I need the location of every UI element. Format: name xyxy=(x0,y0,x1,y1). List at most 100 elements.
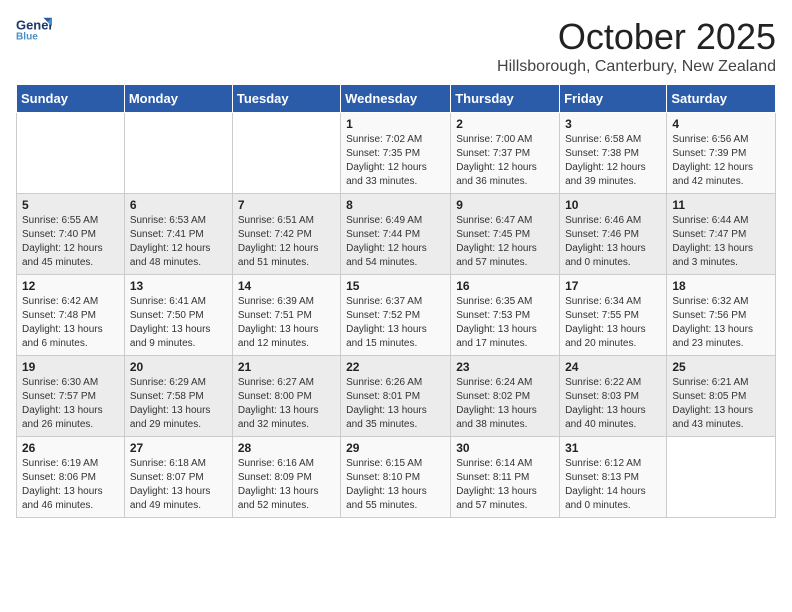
day-cell: 4 Sunrise: 6:56 AMSunset: 7:39 PMDaylight… xyxy=(667,113,776,194)
day-info: Sunrise: 6:29 AMSunset: 7:58 PMDaylight:… xyxy=(130,377,211,430)
day-cell: 9 Sunrise: 6:47 AMSunset: 7:45 PMDaylight… xyxy=(451,194,560,275)
day-number: 9 xyxy=(456,198,554,212)
day-number: 10 xyxy=(565,198,661,212)
day-cell: 5 Sunrise: 6:55 AMSunset: 7:40 PMDaylight… xyxy=(17,194,125,275)
day-number: 15 xyxy=(346,279,445,293)
day-info: Sunrise: 6:53 AMSunset: 7:41 PMDaylight:… xyxy=(130,215,211,268)
day-cell: 23 Sunrise: 6:24 AMSunset: 8:02 PMDayligh… xyxy=(451,356,560,437)
day-cell: 10 Sunrise: 6:46 AMSunset: 7:46 PMDayligh… xyxy=(560,194,667,275)
day-cell: 28 Sunrise: 6:16 AMSunset: 8:09 PMDayligh… xyxy=(232,437,340,518)
day-number: 6 xyxy=(130,198,227,212)
day-cell: 2 Sunrise: 7:00 AMSunset: 7:37 PMDaylight… xyxy=(451,113,560,194)
day-cell xyxy=(232,113,340,194)
calendar-subtitle: Hillsborough, Canterbury, New Zealand xyxy=(497,58,776,76)
day-cell: 19Sunrise: 6:30 AMSunset: 7:57 PMDayligh… xyxy=(17,356,125,437)
day-number: 16 xyxy=(456,279,554,293)
day-cell: 26 Sunrise: 6:19 AMSunset: 8:06 PMDayligh… xyxy=(17,437,125,518)
day-info: Sunrise: 6:14 AMSunset: 8:11 PMDaylight:… xyxy=(456,458,537,511)
day-number: 20 xyxy=(130,360,227,374)
day-info: Sunrise: 6:21 AMSunset: 8:05 PMDaylight:… xyxy=(672,377,753,430)
day-number: 23 xyxy=(456,360,554,374)
day-cell: 20 Sunrise: 6:29 AMSunset: 7:58 PMDayligh… xyxy=(124,356,232,437)
day-number: 2 xyxy=(456,117,554,131)
day-number: 26 xyxy=(22,441,119,455)
day-number: 7 xyxy=(238,198,335,212)
calendar-title: October 2025 xyxy=(497,16,776,58)
day-info: Sunrise: 6:42 AMSunset: 7:48 PMDaylight:… xyxy=(22,296,103,349)
week-row-4: 19Sunrise: 6:30 AMSunset: 7:57 PMDayligh… xyxy=(17,356,776,437)
day-cell: 13Sunrise: 6:41 AMSunset: 7:50 PMDayligh… xyxy=(124,275,232,356)
col-monday: Monday xyxy=(124,85,232,113)
day-info: Sunrise: 6:26 AMSunset: 8:01 PMDaylight:… xyxy=(346,377,427,430)
day-info: Sunrise: 6:16 AMSunset: 8:09 PMDaylight:… xyxy=(238,458,319,511)
day-info: Sunrise: 6:58 AMSunset: 7:38 PMDaylight:… xyxy=(565,134,646,187)
header-row: Sunday Monday Tuesday Wednesday Thursday… xyxy=(17,85,776,113)
day-info: Sunrise: 6:35 AMSunset: 7:53 PMDaylight:… xyxy=(456,296,537,349)
week-row-5: 26 Sunrise: 6:19 AMSunset: 8:06 PMDayligh… xyxy=(17,437,776,518)
day-number: 25 xyxy=(672,360,770,374)
col-friday: Friday xyxy=(560,85,667,113)
day-number: 27 xyxy=(130,441,227,455)
day-info: Sunrise: 6:51 AMSunset: 7:42 PMDaylight:… xyxy=(238,215,319,268)
day-info: Sunrise: 6:55 AMSunset: 7:40 PMDaylight:… xyxy=(22,215,103,268)
day-info: Sunrise: 6:19 AMSunset: 8:06 PMDaylight:… xyxy=(22,458,103,511)
svg-text:Blue: Blue xyxy=(16,31,38,42)
day-cell: 18 Sunrise: 6:32 AMSunset: 7:56 PMDayligh… xyxy=(667,275,776,356)
day-cell xyxy=(124,113,232,194)
day-cell: 21Sunrise: 6:27 AMSunset: 8:00 PMDayligh… xyxy=(232,356,340,437)
col-saturday: Saturday xyxy=(667,85,776,113)
day-info: Sunrise: 7:00 AMSunset: 7:37 PMDaylight:… xyxy=(456,134,537,187)
day-cell: 16 Sunrise: 6:35 AMSunset: 7:53 PMDayligh… xyxy=(451,275,560,356)
day-info: Sunrise: 6:56 AMSunset: 7:39 PMDaylight:… xyxy=(672,134,753,187)
day-number: 5 xyxy=(22,198,119,212)
day-info: Sunrise: 6:46 AMSunset: 7:46 PMDaylight:… xyxy=(565,215,646,268)
day-cell: 30 Sunrise: 6:14 AMSunset: 8:11 PMDayligh… xyxy=(451,437,560,518)
day-cell xyxy=(17,113,125,194)
day-cell: 7 Sunrise: 6:51 AMSunset: 7:42 PMDaylight… xyxy=(232,194,340,275)
day-number: 30 xyxy=(456,441,554,455)
day-number: 24 xyxy=(565,360,661,374)
day-cell: 17Sunrise: 6:34 AMSunset: 7:55 PMDayligh… xyxy=(560,275,667,356)
day-number: 22 xyxy=(346,360,445,374)
day-info: Sunrise: 6:44 AMSunset: 7:47 PMDaylight:… xyxy=(672,215,753,268)
day-cell: 15 Sunrise: 6:37 AMSunset: 7:52 PMDayligh… xyxy=(341,275,451,356)
day-info: Sunrise: 6:24 AMSunset: 8:02 PMDaylight:… xyxy=(456,377,537,430)
day-info: Sunrise: 6:18 AMSunset: 8:07 PMDaylight:… xyxy=(130,458,211,511)
day-info: Sunrise: 6:37 AMSunset: 7:52 PMDaylight:… xyxy=(346,296,427,349)
day-number: 13 xyxy=(130,279,227,293)
day-cell: 12 Sunrise: 6:42 AMSunset: 7:48 PMDayligh… xyxy=(17,275,125,356)
day-cell: 8Sunrise: 6:49 AMSunset: 7:44 PMDaylight… xyxy=(341,194,451,275)
week-row-2: 5 Sunrise: 6:55 AMSunset: 7:40 PMDaylight… xyxy=(17,194,776,275)
col-thursday: Thursday xyxy=(451,85,560,113)
day-number: 21 xyxy=(238,360,335,374)
logo: General Blue xyxy=(16,16,52,44)
day-cell xyxy=(667,437,776,518)
day-number: 17 xyxy=(565,279,661,293)
day-info: Sunrise: 6:22 AMSunset: 8:03 PMDaylight:… xyxy=(565,377,646,430)
day-number: 3 xyxy=(565,117,661,131)
day-number: 4 xyxy=(672,117,770,131)
day-cell: 6 Sunrise: 6:53 AMSunset: 7:41 PMDaylight… xyxy=(124,194,232,275)
day-info: Sunrise: 6:32 AMSunset: 7:56 PMDaylight:… xyxy=(672,296,753,349)
day-info: Sunrise: 6:47 AMSunset: 7:45 PMDaylight:… xyxy=(456,215,537,268)
day-number: 11 xyxy=(672,198,770,212)
day-cell: 25 Sunrise: 6:21 AMSunset: 8:05 PMDayligh… xyxy=(667,356,776,437)
col-wednesday: Wednesday xyxy=(341,85,451,113)
day-number: 18 xyxy=(672,279,770,293)
day-info: Sunrise: 7:02 AMSunset: 7:35 PMDaylight:… xyxy=(346,134,427,187)
day-number: 1 xyxy=(346,117,445,131)
day-info: Sunrise: 6:15 AMSunset: 8:10 PMDaylight:… xyxy=(346,458,427,511)
day-cell: 14 Sunrise: 6:39 AMSunset: 7:51 PMDayligh… xyxy=(232,275,340,356)
day-number: 14 xyxy=(238,279,335,293)
day-number: 28 xyxy=(238,441,335,455)
day-cell: 1 Sunrise: 7:02 AMSunset: 7:35 PMDaylight… xyxy=(341,113,451,194)
day-number: 12 xyxy=(22,279,119,293)
day-cell: 31Sunrise: 6:12 AMSunset: 8:13 PMDayligh… xyxy=(560,437,667,518)
week-row-3: 12 Sunrise: 6:42 AMSunset: 7:48 PMDayligh… xyxy=(17,275,776,356)
day-cell: 11 Sunrise: 6:44 AMSunset: 7:47 PMDayligh… xyxy=(667,194,776,275)
day-number: 29 xyxy=(346,441,445,455)
calendar-table: Sunday Monday Tuesday Wednesday Thursday… xyxy=(16,84,776,518)
day-cell: 24 Sunrise: 6:22 AMSunset: 8:03 PMDayligh… xyxy=(560,356,667,437)
day-number: 8 xyxy=(346,198,445,212)
day-info: Sunrise: 6:39 AMSunset: 7:51 PMDaylight:… xyxy=(238,296,319,349)
